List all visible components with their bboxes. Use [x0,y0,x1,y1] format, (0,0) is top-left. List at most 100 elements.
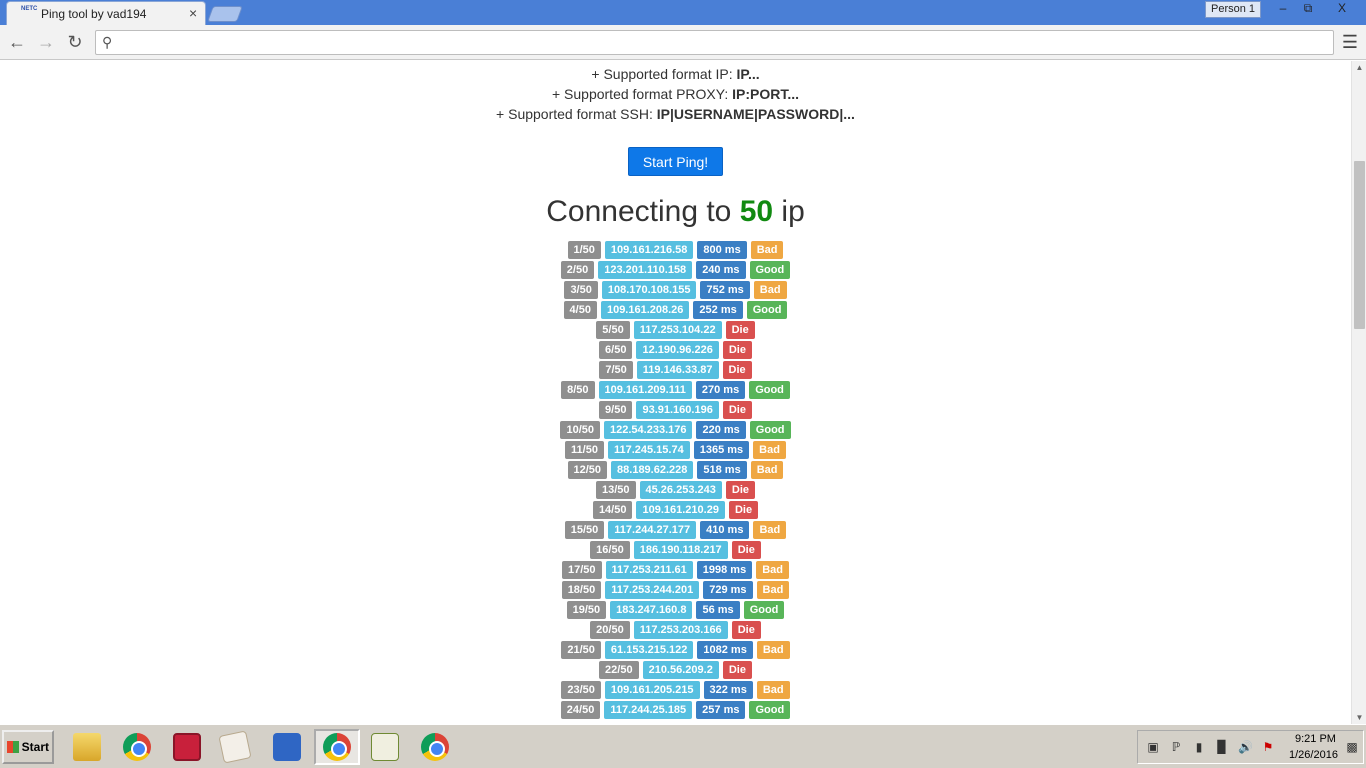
result-ip: 61.153.215.122 [604,641,694,659]
result-row: 4/50 109.161.208.26 252 ms Good [0,300,1351,320]
result-index: 19/50 [566,601,607,619]
address-bar[interactable]: ⚲ [95,30,1334,55]
result-ip: 210.56.209.2 [642,661,719,679]
browser-toolbar: ← → ↻ ⚲ ☰ [0,25,1366,60]
result-index: 16/50 [590,541,630,559]
reload-icon[interactable]: ↻ [64,31,86,53]
result-index: 24/50 [560,701,601,719]
result-ip: 123.201.110.158 [598,261,693,279]
e-icon[interactable]: ▣ [1146,740,1160,754]
format-ip-label: + Supported format IP: [591,66,737,82]
result-latency: 240 ms [696,261,746,279]
chrome-icon [421,733,449,761]
result-status: Bad [753,441,786,459]
scroll-up-arrow-icon[interactable]: ▲ [1352,63,1366,72]
format-ssh-label: + Supported format SSH: [496,106,657,122]
signal-icon[interactable]: ▉ [1215,740,1229,754]
format-proxy-value: IP:PORT... [732,86,800,102]
result-index: 10/50 [560,421,601,439]
result-row: 9/50 93.91.160.196 Die [0,400,1351,420]
result-index: 4/50 [563,301,597,319]
result-index: 11/50 [565,441,604,459]
scroll-thumb[interactable] [1354,161,1365,329]
result-status: Good [743,601,785,619]
result-ip: 109.161.210.29 [636,501,725,519]
hamburger-menu-icon[interactable]: ☰ [1340,31,1360,53]
result-status: Die [722,341,752,359]
result-status: Die [728,501,759,519]
window-close-button[interactable]: X [1322,0,1362,17]
result-row: 17/50 117.253.211.61 1998 ms Bad [0,560,1351,580]
result-row: 14/50 109.161.210.29 Die [0,500,1351,520]
result-row: 3/50 108.170.108.155 752 ms Bad [0,280,1351,300]
page-viewport: + Supported format IP: IP... + Supported… [0,61,1351,724]
page-scrollbar[interactable]: ▲ ▼ [1351,61,1366,724]
result-row: 24/50 117.244.25.185 257 ms Good [0,700,1351,720]
heading-prefix: Connecting to [546,195,740,228]
search-icon: ⚲ [102,34,113,50]
taskbar-app-button[interactable] [264,729,310,765]
new-tab-button[interactable] [207,6,243,22]
result-status: Bad [756,641,790,659]
title-bar: NETC Ping tool by vad194 × Person 1 – ⧉ … [0,0,1366,25]
result-latency: 56 ms [696,601,740,619]
format-proxy-label: + Supported format PROXY: [551,86,733,102]
format-proxy: + Supported format PROXY: IP:PORT... [0,84,1351,104]
show-desktop-icon[interactable]: ▩ [1345,740,1359,754]
close-icon[interactable]: × [189,5,197,21]
result-status: Die [722,401,752,419]
start-ping-button[interactable]: Start Ping! [627,147,724,176]
minimize-button[interactable]: – [1270,0,1296,17]
taskbar-app-button[interactable] [114,729,160,765]
taskbar-app-button[interactable] [212,729,258,765]
taskbar-app-button[interactable] [412,729,458,765]
volume-icon[interactable]: 🔊 [1238,740,1253,754]
result-ip: 183.247.160.8 [610,601,693,619]
taskbar-app-button[interactable] [64,729,110,765]
result-latency: 1365 ms [693,441,750,459]
result-index: 6/50 [599,341,633,359]
result-index: 23/50 [561,681,601,699]
taskbar-app-button[interactable] [314,729,360,765]
result-row: 11/50 117.245.15.74 1365 ms Bad [0,440,1351,460]
restore-button[interactable]: ⧉ [1295,0,1321,17]
address-input[interactable] [122,34,1322,52]
result-status: Die [722,661,752,679]
result-index: 3/50 [564,281,598,299]
result-index: 21/50 [561,641,601,659]
taskbar-app-button[interactable] [164,729,210,765]
result-status: Die [725,481,755,499]
result-ip: 119.146.33.87 [636,361,719,379]
result-ip: 117.253.104.22 [633,321,722,339]
result-latency: 252 ms [693,301,743,319]
back-arrow-icon[interactable]: ← [6,31,28,53]
clock-time[interactable]: 9:21 PM [1295,733,1336,745]
flag-icon[interactable]: ⚑ [1261,740,1275,754]
result-index: 17/50 [562,561,602,579]
profile-button[interactable]: Person 1 [1205,1,1261,18]
forward-arrow-icon[interactable]: → [35,31,57,53]
browser-tab[interactable]: NETC Ping tool by vad194 × [6,1,206,25]
bluetooth-icon[interactable]: ℙ [1169,740,1183,754]
app-icon [273,733,301,761]
result-latency: 270 ms [695,381,746,399]
clock-date[interactable]: 1/26/2016 [1289,749,1338,761]
result-latency: 518 ms [697,461,747,479]
battery-icon[interactable]: ▮ [1192,740,1206,754]
windows-logo-icon [7,741,19,753]
result-ip: 117.253.211.61 [605,561,693,579]
result-ip: 186.190.118.217 [633,541,728,559]
result-row: 20/50 117.253.203.166 Die [0,620,1351,640]
result-latency: 220 ms [696,421,746,439]
result-status: Good [749,421,791,439]
result-status: Bad [756,681,790,699]
start-button[interactable]: Start [2,730,54,764]
result-status: Die [731,541,761,559]
taskbar-app-button[interactable] [362,729,408,765]
tab-title: Ping tool by vad194 [41,7,147,21]
scroll-down-arrow-icon[interactable]: ▼ [1352,713,1366,722]
result-row: 16/50 186.190.118.217 Die [0,540,1351,560]
result-row: 23/50 109.161.205.215 322 ms Bad [0,680,1351,700]
result-status: Die [725,321,755,339]
result-index: 18/50 [561,581,602,599]
